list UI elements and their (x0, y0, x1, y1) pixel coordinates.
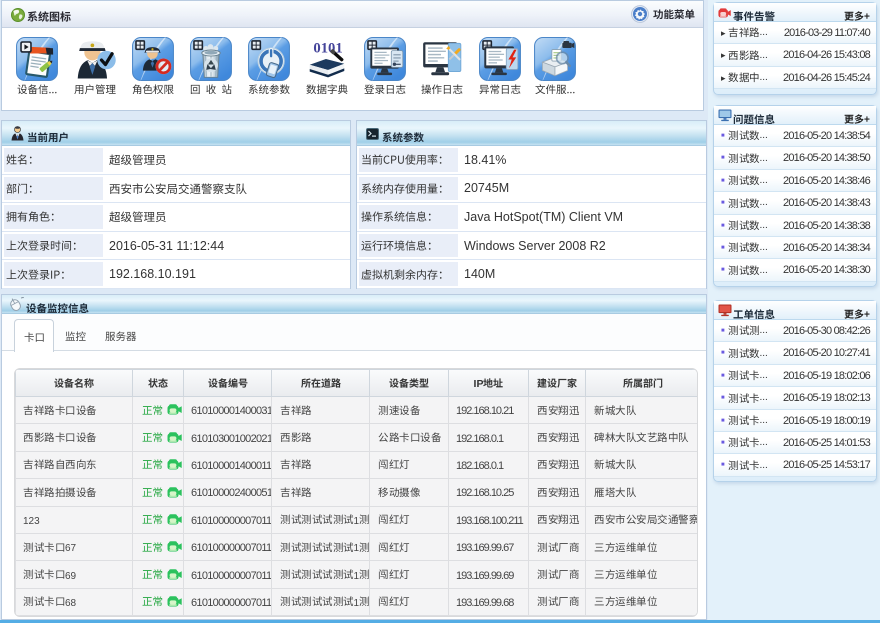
svg-text:0101: 0101 (313, 41, 342, 57)
